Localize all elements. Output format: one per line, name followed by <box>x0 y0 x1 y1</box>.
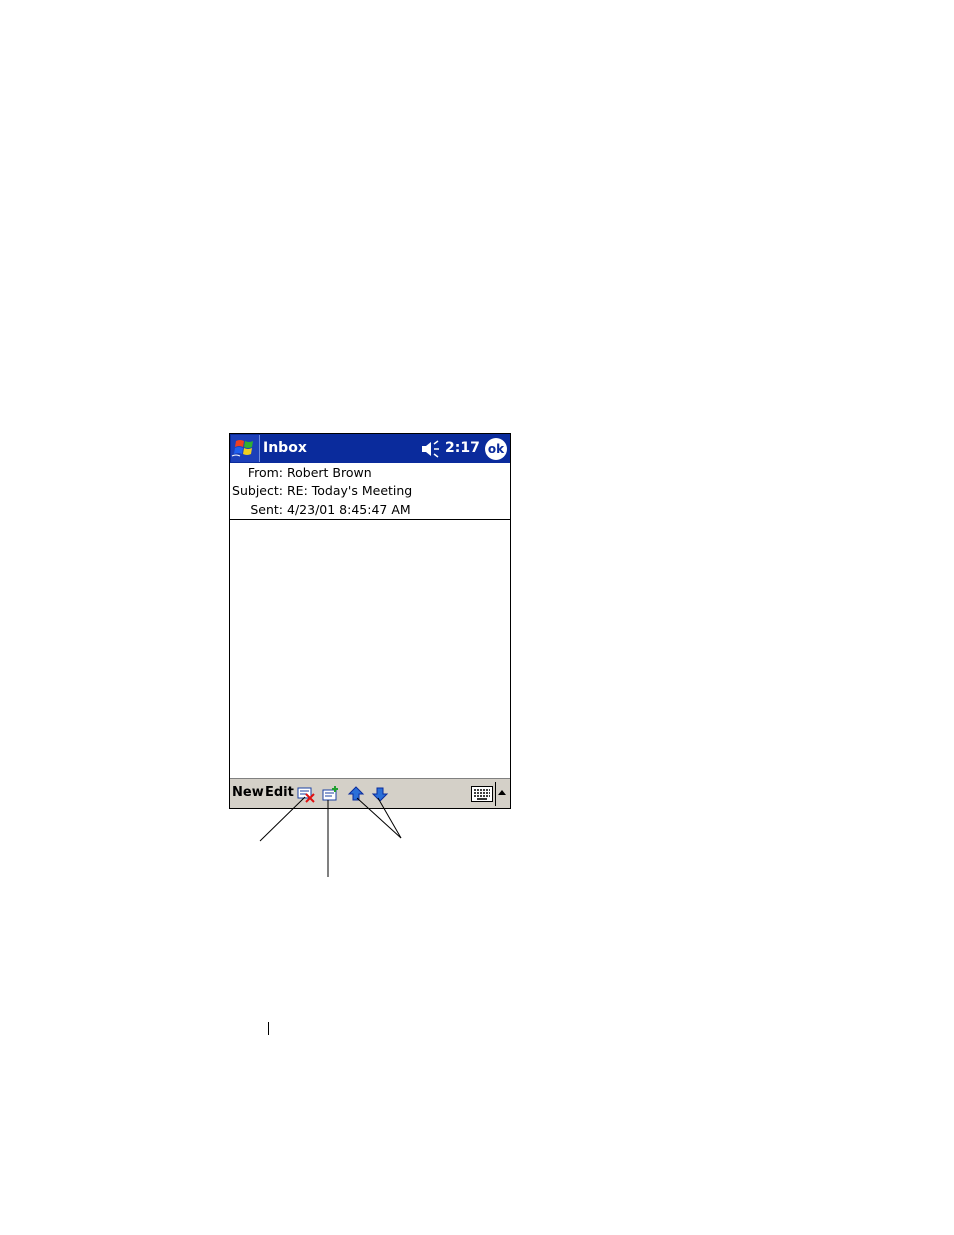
previous-message-icon[interactable] <box>347 785 365 803</box>
new-menu[interactable]: New <box>232 785 264 800</box>
title-bar: Inbox 2:17 ok <box>230 434 510 463</box>
delete-message-icon[interactable] <box>297 785 315 803</box>
subject-value: RE: Today's Meeting <box>287 483 413 498</box>
speaker-icon[interactable] <box>421 440 441 458</box>
subject-label: Subject: <box>232 483 283 498</box>
window-title: Inbox <box>263 440 307 456</box>
edit-menu[interactable]: Edit <box>265 785 294 800</box>
message-header: From: Robert Brown Subject: RE: Today's … <box>230 463 510 520</box>
margin-bar <box>268 1022 269 1035</box>
ok-button[interactable]: ok <box>485 438 507 460</box>
windows-flag-icon <box>231 440 253 457</box>
sent-label: Sent: <box>250 502 283 517</box>
sent-value: 4/23/01 8:45:47 AM <box>287 502 411 517</box>
from-value: Robert Brown <box>287 465 372 480</box>
sip-divider <box>495 782 496 806</box>
start-button[interactable] <box>231 435 260 462</box>
message-body[interactable] <box>230 520 510 778</box>
pocketpc-screen: Inbox 2:17 ok From: Robert Brown Subject… <box>229 433 511 809</box>
from-label: From: <box>247 465 283 480</box>
keyboard-icon[interactable] <box>471 786 493 802</box>
sip-arrow-icon[interactable] <box>498 790 506 795</box>
reply-message-icon[interactable] <box>322 785 340 803</box>
clock[interactable]: 2:17 <box>445 440 480 456</box>
next-message-icon[interactable] <box>371 785 389 803</box>
menu-bar: New Edit <box>230 778 510 808</box>
